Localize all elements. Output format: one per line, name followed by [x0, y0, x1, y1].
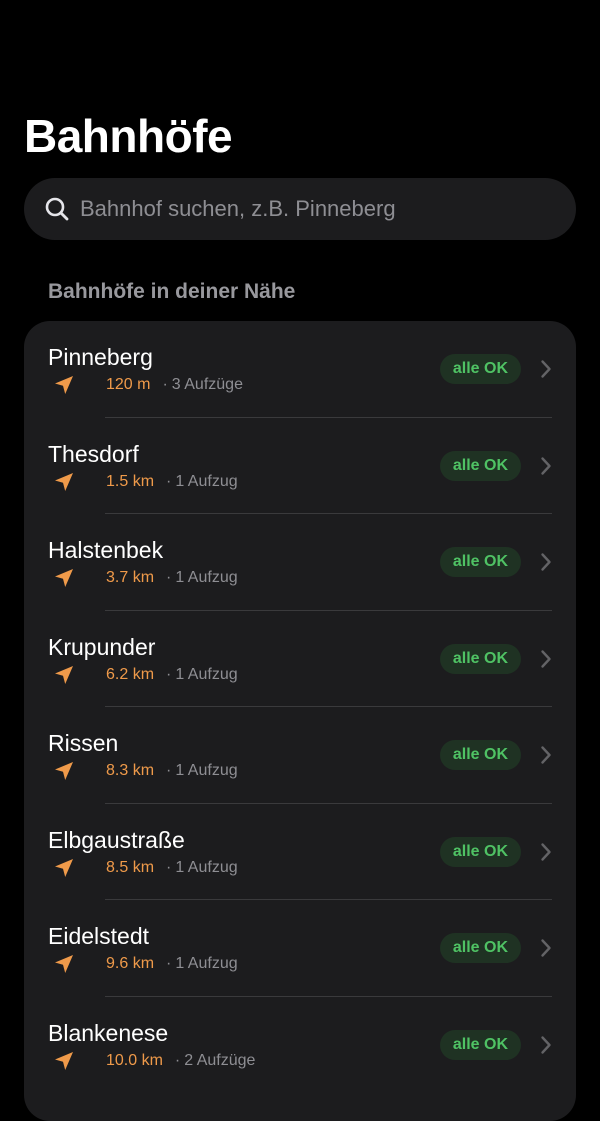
elevator-count: 2 Aufzüge	[184, 1051, 256, 1069]
station-meta: 9.6 km · 1 Aufzug	[52, 952, 238, 976]
section-header-nearby: Bahnhöfe in deiner Nähe	[48, 280, 296, 303]
elevator-count: 1 Aufzug	[175, 472, 238, 490]
location-arrow-icon	[52, 1049, 76, 1073]
elevator-count: 1 Aufzug	[175, 955, 238, 972]
status-badge: alle OK	[439, 450, 521, 481]
status-badge: alle OK	[439, 354, 521, 384]
station-row[interactable]: Elbgaustraße 8.5 km · 1 Aufzug alle OK	[24, 804, 576, 900]
chevron-right-icon	[540, 359, 552, 379]
location-arrow-icon	[52, 663, 76, 687]
chevron-right-icon	[540, 552, 552, 572]
location-arrow-icon	[52, 856, 76, 880]
status-badge: alle OK	[439, 643, 521, 674]
station-distance: 1.5 km	[106, 472, 155, 490]
status-badge: alle OK	[439, 836, 521, 867]
station-distance: 10.0 km	[106, 1051, 163, 1069]
station-name: Halstenbek	[48, 537, 164, 563]
location-arrow-icon	[52, 952, 76, 976]
station-meta: 120 m · 3 Aufzüge	[52, 373, 243, 397]
station-meta: 3.7 km · 1 Aufzug	[52, 566, 238, 590]
chevron-right-icon	[540, 842, 552, 862]
station-name: Eidelstedt	[48, 923, 150, 949]
station-meta: 8.5 km · 1 Aufzug	[52, 856, 238, 880]
elevator-count: 3 Aufzüge	[171, 376, 243, 393]
station-name: Pinneberg	[48, 344, 153, 370]
chevron-right-icon	[540, 938, 552, 958]
chevron-right-icon	[540, 649, 552, 669]
chevron-right-icon	[540, 456, 552, 476]
location-arrow-icon	[52, 566, 76, 590]
location-arrow-icon	[52, 759, 76, 783]
station-meta: 1.5 km · 1 Aufzug	[52, 470, 238, 494]
station-name: Krupunder	[48, 633, 156, 660]
station-distance: 3.7 km	[106, 569, 155, 586]
location-arrow-icon	[52, 373, 76, 397]
station-name: Thesdorf	[48, 440, 139, 467]
station-distance: 120 m	[106, 376, 151, 393]
station-distance: 8.3 km	[106, 762, 155, 779]
chevron-right-icon	[540, 745, 552, 765]
station-meta: 8.3 km · 1 Aufzug	[52, 759, 238, 783]
chevron-right-icon	[540, 1035, 552, 1055]
station-list: Pinneberg 120 m · 3 Aufzüge alle OK Thes…	[24, 321, 576, 1121]
station-row[interactable]: Pinneberg 120 m · 3 Aufzüge alle OK	[24, 321, 576, 418]
station-row[interactable]: Rissen 8.3 km · 1 Aufzug alle OK	[24, 707, 576, 804]
page-title: Bahnhöfe	[24, 110, 233, 162]
elevator-count: 1 Aufzug	[175, 569, 238, 586]
meta-separator: ·	[166, 762, 172, 779]
station-distance: 9.6 km	[106, 955, 155, 972]
station-distance: 6.2 km	[106, 665, 155, 683]
location-arrow-icon	[52, 470, 76, 494]
station-row[interactable]: Blankenese 10.0 km · 2 Aufzüge alle OK	[24, 997, 576, 1094]
status-badge: alle OK	[439, 933, 521, 963]
elevator-count: 1 Aufzug	[175, 762, 238, 779]
search-bar[interactable]	[24, 178, 576, 240]
meta-separator: ·	[166, 665, 172, 683]
search-icon	[44, 196, 70, 222]
status-badge: alle OK	[439, 740, 521, 770]
station-meta: 10.0 km · 2 Aufzüge	[52, 1049, 255, 1073]
meta-separator: ·	[166, 955, 172, 972]
elevator-count: 1 Aufzug	[175, 665, 238, 683]
station-name: Rissen	[48, 730, 119, 756]
station-name: Elbgaustraße	[48, 826, 185, 853]
station-row[interactable]: Eidelstedt 9.6 km · 1 Aufzug alle OK	[24, 900, 576, 997]
station-name: Blankenese	[48, 1019, 169, 1046]
status-badge: alle OK	[439, 1029, 521, 1060]
status-badge: alle OK	[439, 547, 521, 577]
meta-separator: ·	[166, 472, 172, 490]
search-input[interactable]	[80, 189, 576, 229]
elevator-count: 1 Aufzug	[175, 858, 238, 876]
meta-separator: ·	[166, 858, 172, 876]
station-distance: 8.5 km	[106, 858, 155, 876]
station-row[interactable]: Krupunder 6.2 km · 1 Aufzug alle OK	[24, 611, 576, 707]
meta-separator: ·	[162, 376, 168, 393]
meta-separator: ·	[174, 1051, 181, 1069]
meta-separator: ·	[166, 569, 172, 586]
station-row[interactable]: Halstenbek 3.7 km · 1 Aufzug alle OK	[24, 514, 576, 611]
station-row[interactable]: Thesdorf 1.5 km · 1 Aufzug alle OK	[24, 418, 576, 514]
station-meta: 6.2 km · 1 Aufzug	[52, 663, 238, 687]
